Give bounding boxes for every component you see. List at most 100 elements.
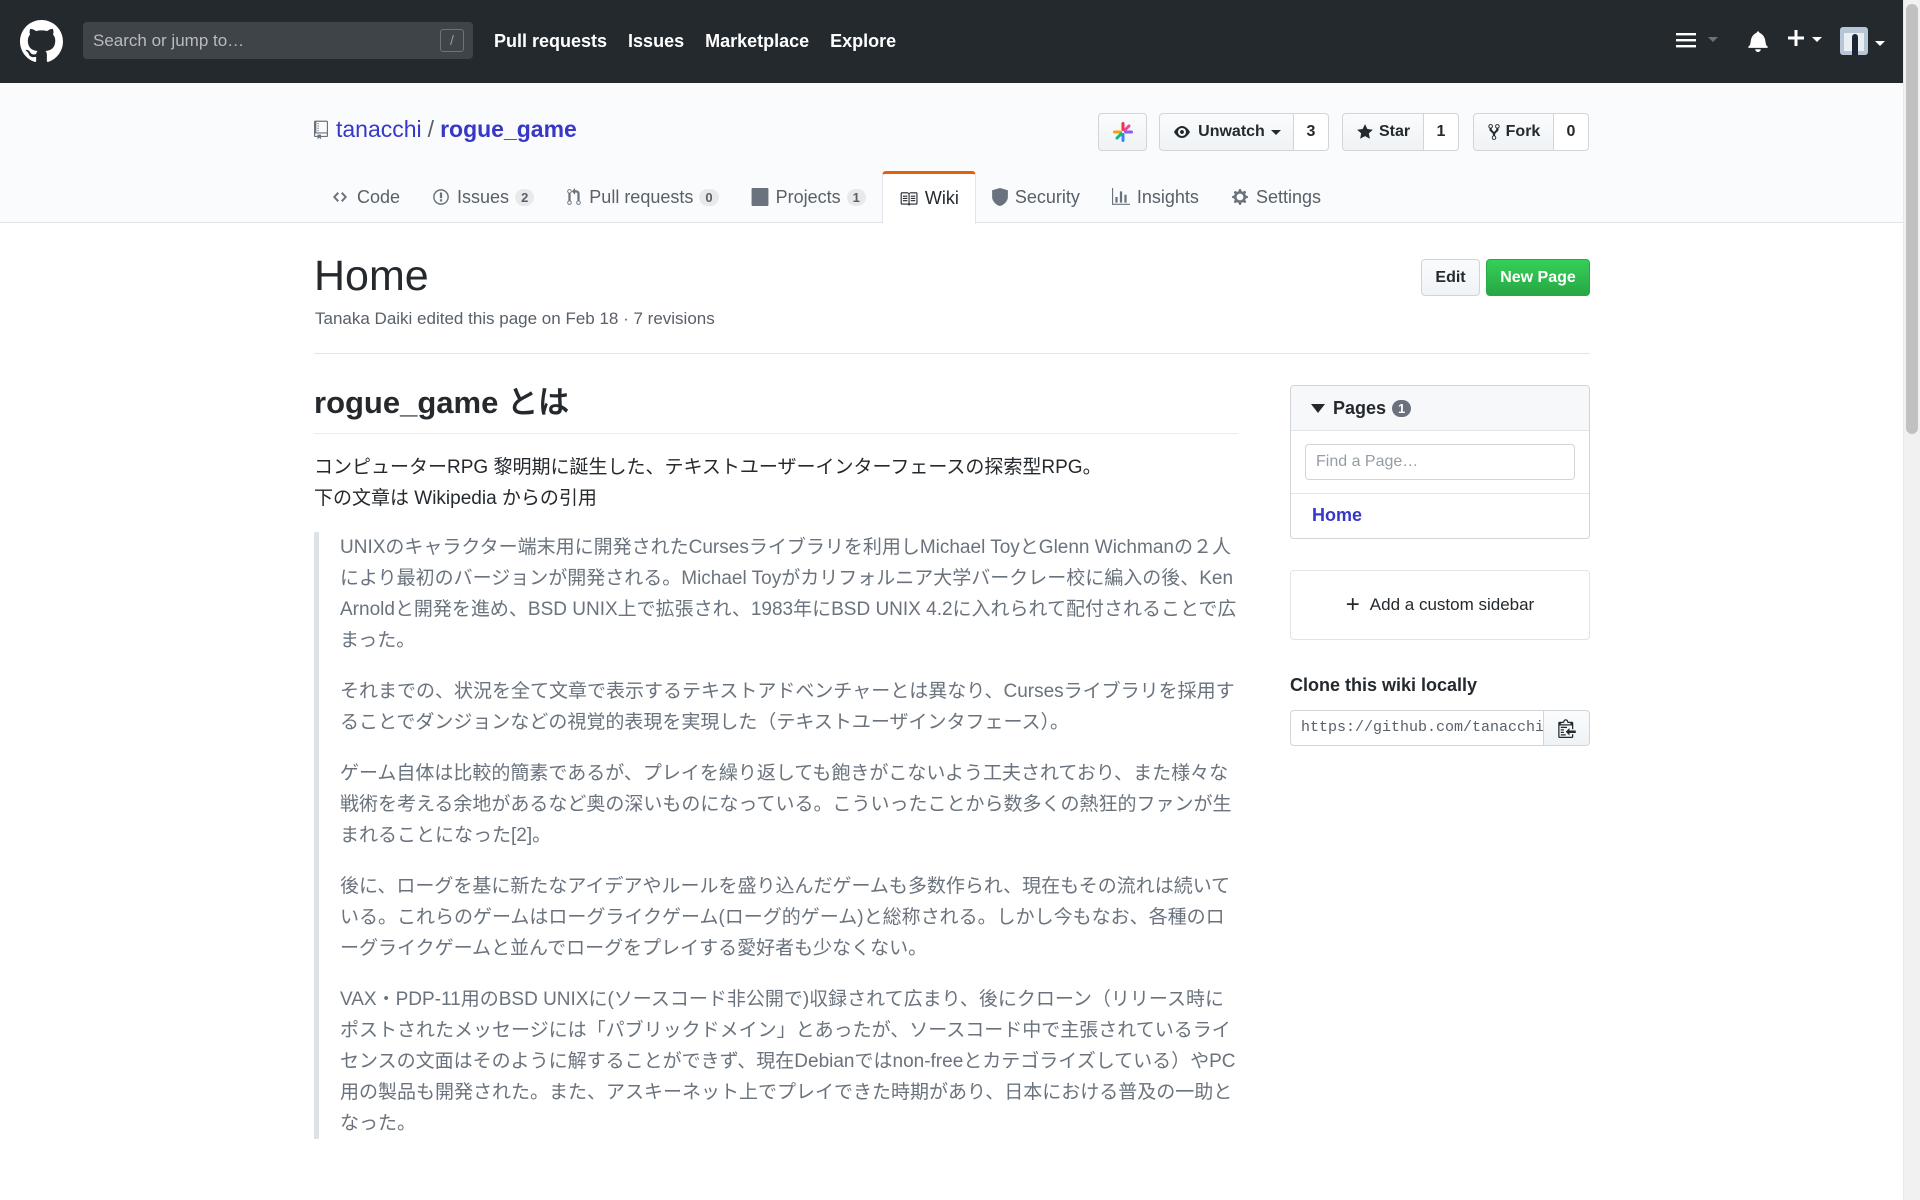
- repo-separator: /: [427, 116, 435, 142]
- plus-icon: [1788, 30, 1804, 46]
- hamburger-icon: [1676, 33, 1696, 48]
- quote-paragraph: 後に、ローグを基に新たなアイデアやルールを盛り込んだゲームも多数作られ、現在もそ…: [340, 876, 1231, 959]
- avatar: [1840, 27, 1868, 55]
- chevron-down-icon: [1708, 37, 1719, 43]
- add-custom-sidebar-label: Add a custom sidebar: [1369, 595, 1535, 614]
- repo-owner-link[interactable]: tanacchi: [336, 116, 422, 143]
- wiki-intro: コンピューターRPG 黎明期に誕生した、テキストユーザーインターフェースの探索型…: [314, 452, 1238, 514]
- tab-counter: 2: [515, 188, 535, 206]
- quote-block: UNIXのキャラクター端末用に開発されたCursesライブラリを利用しMicha…: [314, 532, 1238, 1139]
- fork-label: Fork: [1505, 123, 1541, 140]
- tab-label: Projects: [775, 186, 841, 207]
- tab-counter: 0: [699, 188, 719, 206]
- quote-paragraph: VAX・PDP-11用のBSD UNIXに(ソースコード非公開で)収録されて広ま…: [340, 989, 1236, 1134]
- watch-count[interactable]: 3: [1294, 113, 1329, 151]
- hamburger-menu-button[interactable]: [1676, 31, 1719, 54]
- repo-header: tanacchi / rogue_game Unwatch 3 Star 1 F…: [0, 83, 1903, 224]
- scrollbar-thumb[interactable]: [1906, 4, 1918, 434]
- pages-count-badge: 1: [1392, 399, 1412, 417]
- copy-clone-url-button[interactable]: [1543, 710, 1590, 746]
- tab-security[interactable]: Security: [976, 171, 1096, 223]
- page-scrollbar[interactable]: [1903, 0, 1920, 1200]
- zenhub-button[interactable]: [1098, 113, 1147, 151]
- global-nav: Pull requests Issues Marketplace Explore: [494, 0, 917, 83]
- search-shortcut-key: /: [440, 29, 464, 52]
- nav-marketplace[interactable]: Marketplace: [705, 31, 809, 52]
- tab-projects[interactable]: Projects 1: [735, 171, 882, 223]
- tab-label: Code: [357, 186, 401, 207]
- tab-counter: 1: [846, 188, 866, 206]
- nav-explore[interactable]: Explore: [830, 31, 896, 52]
- star-icon: [1357, 124, 1373, 139]
- tab-label: Settings: [1255, 186, 1321, 207]
- github-logo-icon[interactable]: [20, 20, 63, 63]
- find-page-input[interactable]: Find a Page…: [1305, 444, 1575, 480]
- star-count[interactable]: 1: [1424, 113, 1459, 151]
- repo-title: tanacchi / rogue_game: [314, 116, 577, 143]
- graph-icon: [1111, 188, 1130, 205]
- tab-issues[interactable]: Issues 2: [416, 171, 550, 223]
- tab-settings[interactable]: Settings: [1215, 171, 1337, 223]
- intro-line-1: コンピューターRPG 黎明期に誕生した、テキストユーザーインターフェースの探索型…: [314, 457, 1102, 478]
- edit-button[interactable]: Edit: [1421, 259, 1480, 296]
- global-header: Search or jump to… / Pull requests Issue…: [0, 0, 1920, 83]
- project-icon: [751, 188, 769, 206]
- tab-code[interactable]: Code: [314, 171, 416, 223]
- zenhub-icon: [1112, 122, 1133, 142]
- create-new-button[interactable]: [1786, 27, 1823, 54]
- repo-name-link[interactable]: rogue_game: [440, 116, 577, 143]
- page-link-home[interactable]: Home: [1291, 493, 1589, 536]
- wiki-pages-box: Pages 1 Find a Page… Home: [1290, 385, 1590, 539]
- nav-pull-requests[interactable]: Pull requests: [494, 31, 607, 52]
- clone-title: Clone this wiki locally: [1290, 675, 1478, 695]
- notifications-button[interactable]: [1748, 30, 1768, 57]
- pages-toggle[interactable]: Pages 1: [1291, 386, 1589, 431]
- unwatch-button[interactable]: Unwatch: [1159, 113, 1294, 151]
- repo-icon: [314, 120, 328, 139]
- unwatch-label: Unwatch: [1198, 123, 1265, 140]
- user-menu-button[interactable]: [1840, 27, 1886, 60]
- wiki-edit-meta: Tanaka Daiki edited this page on Feb 18 …: [315, 309, 715, 328]
- chevron-down-icon: [1270, 129, 1281, 135]
- new-page-button[interactable]: New Page: [1486, 259, 1590, 296]
- add-custom-sidebar-button[interactable]: + Add a custom sidebar: [1290, 570, 1590, 640]
- fork-count[interactable]: 0: [1554, 113, 1589, 151]
- star-button[interactable]: Star: [1342, 113, 1424, 151]
- eye-icon: [1174, 126, 1191, 138]
- clipboard-icon: [1557, 719, 1576, 738]
- quote-paragraph: それまでの、状況を全て文章で表示するテキストアドベンチャーとは異なり、Curse…: [340, 681, 1235, 733]
- fork-icon: [1488, 124, 1500, 140]
- intro-line-2: 下の文章は Wikipedia からの引用: [314, 488, 597, 509]
- tab-pull-requests[interactable]: Pull requests 0: [550, 171, 734, 223]
- triangle-down-icon: [1311, 403, 1325, 413]
- issue-icon: [433, 189, 449, 205]
- page-title: Home: [314, 252, 429, 300]
- tab-label: Pull requests: [589, 186, 694, 207]
- clone-url-input[interactable]: https://github.com/tanacchi/rogue_game.w…: [1290, 710, 1544, 746]
- chevron-down-icon: [1875, 41, 1886, 47]
- shield-icon: [991, 188, 1008, 206]
- pages-label: Pages: [1333, 397, 1387, 418]
- repo-tabs: Code Issues 2 Pull requests 0 Projects 1…: [314, 171, 1337, 224]
- tab-label: Insights: [1136, 186, 1199, 207]
- chevron-down-icon: [1812, 37, 1823, 43]
- tab-label: Wiki: [924, 188, 959, 208]
- wiki-body: rogue_game とは コンピューターRPG 黎明期に誕生した、テキストユー…: [314, 383, 1238, 1159]
- divider: [314, 353, 1590, 354]
- tab-label: Issues: [457, 186, 510, 207]
- book-icon: [900, 191, 918, 206]
- search-input[interactable]: Search or jump to… /: [83, 22, 473, 59]
- star-label: Star: [1378, 123, 1411, 140]
- quote-paragraph: UNIXのキャラクター端末用に開発されたCursesライブラリを利用しMicha…: [340, 537, 1237, 651]
- plus-icon: +: [1345, 591, 1360, 618]
- gear-icon: [1232, 189, 1248, 205]
- search-placeholder: Search or jump to…: [93, 31, 245, 50]
- tab-insights[interactable]: Insights: [1096, 171, 1215, 223]
- quote-paragraph: ゲーム自体は比較的簡素であるが、プレイを繰り返しても飽きがこないよう工夫されてお…: [340, 763, 1232, 846]
- nav-issues[interactable]: Issues: [628, 31, 684, 52]
- fork-button[interactable]: Fork: [1473, 113, 1554, 151]
- tab-label: Security: [1014, 186, 1080, 207]
- wiki-heading: rogue_game とは: [314, 383, 1238, 434]
- tab-wiki[interactable]: Wiki: [881, 171, 976, 224]
- bell-icon: [1748, 31, 1768, 52]
